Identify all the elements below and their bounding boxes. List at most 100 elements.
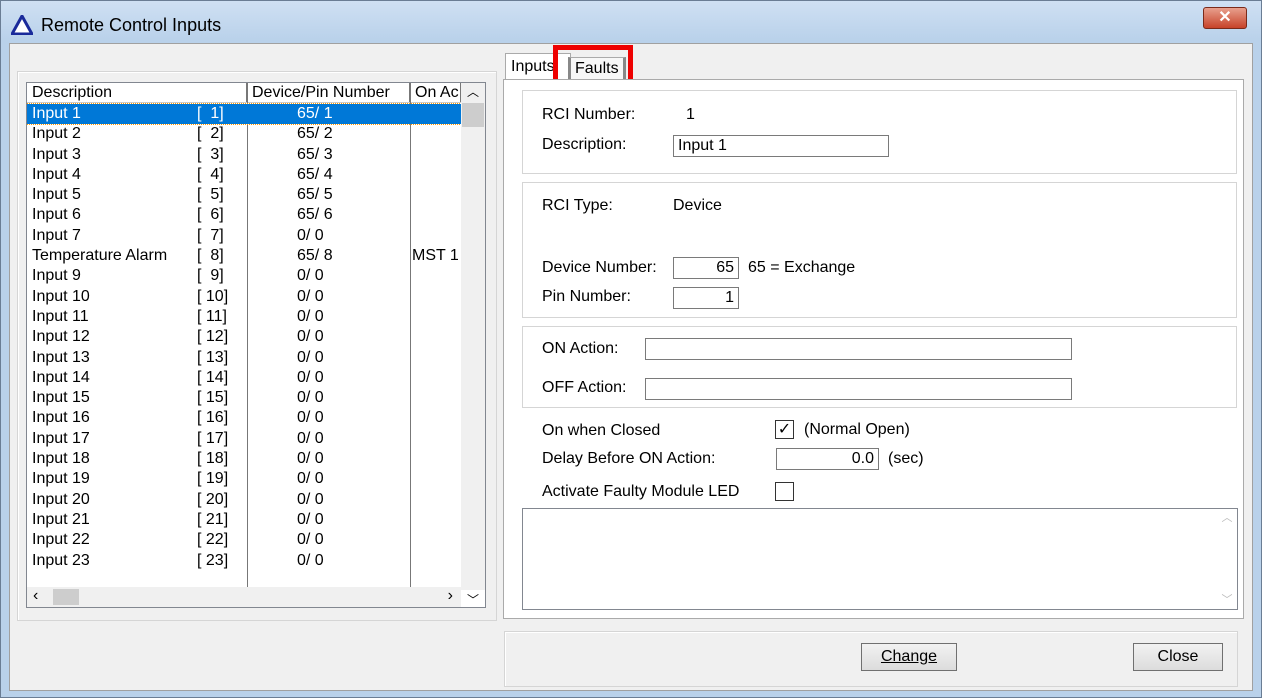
list-item[interactable]: Input 12 [ 12] 0/ 0 <box>27 327 461 347</box>
list-item[interactable]: Input 4 [ 4] 65/ 4 <box>27 165 461 185</box>
window-title: Remote Control Inputs <box>41 14 222 35</box>
vertical-scrollbar[interactable]: ︿ ﹀ <box>461 83 485 607</box>
on-action-label: ON Action: <box>542 340 619 357</box>
row-description: Input 5 [ 5] <box>27 185 247 205</box>
row-on-action <box>410 551 461 571</box>
list-item[interactable]: Input 5 [ 5] 65/ 5 <box>27 185 461 205</box>
row-device-pin: 0/ 0 <box>297 226 324 244</box>
change-button[interactable]: Change <box>861 643 957 671</box>
row-device-pin: 0/ 0 <box>297 328 324 346</box>
list-item[interactable]: Input 1 [ 1] 65/ 1 <box>27 102 462 126</box>
row-number: [ 3] <box>197 145 224 163</box>
textarea-scrollbar[interactable]: ︿ ﹀ <box>1217 509 1237 609</box>
list-item[interactable]: Input 9 [ 9] 0/ 0 <box>27 266 461 286</box>
pin-number-input[interactable]: 1 <box>673 287 739 309</box>
description-input[interactable]: Input 1 <box>673 135 889 157</box>
row-device-pin: 0/ 0 <box>297 429 324 447</box>
delay-label: Delay Before ON Action: <box>542 450 716 467</box>
close-button[interactable]: Close <box>1133 643 1223 671</box>
inputs-list[interactable]: Description Device/Pin Number On Ac Inpu… <box>26 82 486 608</box>
on-when-closed-checkbox[interactable]: ✓ <box>775 420 794 439</box>
row-number: [ 11] <box>197 307 227 325</box>
list-item[interactable]: Input 6 [ 6] 65/ 6 <box>27 205 461 225</box>
row-desc-text: Input 22 <box>32 531 90 549</box>
row-description: Input 9 [ 9] <box>27 266 247 286</box>
row-device-pin: 0/ 0 <box>297 267 324 285</box>
row-description: Input 19 [ 19] <box>27 469 247 489</box>
close-window-button[interactable]: ✕ <box>1203 7 1247 29</box>
row-device-pin: 65/ 6 <box>297 206 333 224</box>
col-on-action[interactable]: On Ac <box>410 83 461 102</box>
row-description: Input 2 [ 2] <box>27 124 247 144</box>
list-item[interactable]: Temperature Alarm [ 8] 65/ 8 MST 1 <box>27 246 461 266</box>
row-desc-text: Input 19 <box>32 470 90 488</box>
on-when-closed-label: On when Closed <box>542 422 661 439</box>
row-number: [ 22] <box>197 531 229 549</box>
list-item[interactable]: Input 10 [ 10] 0/ 0 <box>27 287 461 307</box>
row-on-action <box>410 327 461 347</box>
scroll-thumb[interactable] <box>462 103 484 127</box>
row-on-action <box>410 145 461 165</box>
on-action-input[interactable] <box>645 338 1072 360</box>
row-on-action <box>410 368 461 388</box>
list-item[interactable]: Input 18 [ 18] 0/ 0 <box>27 449 461 469</box>
row-device-pin: 0/ 0 <box>297 470 324 488</box>
horizontal-scrollbar[interactable]: ‹ › <box>27 587 461 607</box>
row-description: Input 20 [ 20] <box>27 490 247 510</box>
row-on-action <box>410 226 461 246</box>
list-item[interactable]: Input 22 [ 22] 0/ 0 <box>27 530 461 550</box>
row-device-pin: 65/ 4 <box>297 165 333 183</box>
scroll-left-icon[interactable]: ‹ <box>33 587 38 605</box>
app-triangle-icon <box>11 15 33 35</box>
notes-textarea[interactable]: ︿ ﹀ <box>522 508 1238 610</box>
row-number: [ 9] <box>197 267 224 285</box>
pin-number-label: Pin Number: <box>542 288 631 305</box>
row-number: [ 5] <box>197 186 224 204</box>
row-description: Input 14 [ 14] <box>27 368 247 388</box>
row-device-pin: 0/ 0 <box>297 368 324 386</box>
list-item[interactable]: Input 13 [ 13] 0/ 0 <box>27 348 461 368</box>
scroll-right-icon[interactable]: › <box>448 587 453 605</box>
off-action-input[interactable] <box>645 378 1072 400</box>
list-header: Description Device/Pin Number On Ac <box>27 83 461 103</box>
hscroll-thumb[interactable] <box>53 589 79 605</box>
row-on-action <box>410 205 461 225</box>
row-number: [ 13] <box>197 348 229 366</box>
list-item[interactable]: Input 2 [ 2] 65/ 2 <box>27 124 461 144</box>
list-item[interactable]: Input 17 [ 17] 0/ 0 <box>27 429 461 449</box>
list-item[interactable]: Input 11 [ 11] 0/ 0 <box>27 307 461 327</box>
list-item[interactable]: Input 20 [ 20] 0/ 0 <box>27 490 461 510</box>
row-desc-text: Input 2 <box>32 125 81 143</box>
list-item[interactable]: Input 7 [ 7] 0/ 0 <box>27 226 461 246</box>
col-device-pin[interactable]: Device/Pin Number <box>247 83 410 102</box>
delay-input[interactable]: 0.0 <box>776 448 879 470</box>
list-item[interactable]: Input 23 [ 23] 0/ 0 <box>27 551 461 571</box>
row-on-action <box>410 104 461 124</box>
change-label: Change <box>880 648 938 665</box>
scroll-up-icon[interactable]: ︿ <box>461 83 485 101</box>
col-description[interactable]: Description <box>27 83 247 102</box>
row-device-pin: 0/ 0 <box>297 490 324 508</box>
row-desc-text: Input 1 <box>32 105 81 122</box>
scroll-down-icon[interactable]: ﹀ <box>461 591 485 607</box>
rci-type-value: Device <box>673 197 722 214</box>
row-desc-text: Input 6 <box>32 206 81 224</box>
row-on-action <box>410 530 461 550</box>
list-item[interactable]: Input 21 [ 21] 0/ 0 <box>27 510 461 530</box>
row-device-pin: 0/ 0 <box>297 510 324 528</box>
row-desc-text: Input 10 <box>32 287 90 305</box>
list-item[interactable]: Input 14 [ 14] 0/ 0 <box>27 368 461 388</box>
row-number: [ 7] <box>197 226 224 244</box>
row-number: [ 16] <box>197 409 229 427</box>
list-item[interactable]: Input 3 [ 3] 65/ 3 <box>27 145 461 165</box>
list-item[interactable]: Input 19 [ 19] 0/ 0 <box>27 469 461 489</box>
faulty-led-checkbox[interactable] <box>775 482 794 501</box>
row-device-pin: 65/ 8 <box>297 247 333 265</box>
list-item[interactable]: Input 16 [ 16] 0/ 0 <box>27 408 461 428</box>
list-item[interactable]: Input 15 [ 15] 0/ 0 <box>27 388 461 408</box>
device-number-input[interactable]: 65 <box>673 257 739 279</box>
sec-label: (sec) <box>888 450 924 467</box>
row-device-pin: 65/ 2 <box>297 125 333 143</box>
row-number: [ 6] <box>197 206 224 224</box>
row-description: Temperature Alarm [ 8] <box>27 246 247 266</box>
